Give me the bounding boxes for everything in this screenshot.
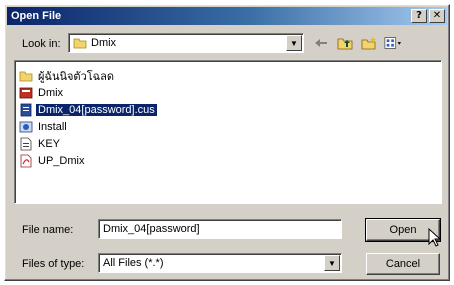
file-list[interactable]: ผู้ฉันนิจตัวโฉลด Dmix Dmix_04[password].…: [14, 60, 442, 204]
look-in-dropdown[interactable]: Dmix ▼: [68, 33, 304, 53]
file-item-dmix[interactable]: Dmix: [19, 84, 437, 101]
file-name: KEY: [38, 137, 61, 150]
chevron-down-icon[interactable]: ▼: [324, 255, 340, 271]
folder-icon: [19, 71, 33, 81]
title-bar[interactable]: Open File ? ✕: [7, 7, 447, 25]
file-item-install[interactable]: Install: [19, 118, 437, 135]
file-name-input[interactable]: Dmix_04[password]: [98, 219, 342, 239]
close-button[interactable]: ✕: [429, 9, 445, 23]
file-type-select[interactable]: All Files (*.*) ▼: [98, 253, 342, 273]
file-item-key[interactable]: KEY: [19, 135, 437, 152]
installer-icon: [19, 121, 33, 132]
file-name: UP_Dmix: [38, 154, 85, 167]
file-type-value: All Files (*.*): [103, 257, 164, 269]
file-name: Dmix_04[password].cus: [36, 103, 157, 116]
look-in-label: Look in:: [22, 38, 61, 50]
new-folder-icon[interactable]: [360, 34, 378, 52]
chevron-down-icon[interactable]: ▼: [286, 35, 302, 51]
file-item-up-dmix[interactable]: UP_Dmix: [19, 152, 437, 169]
app-icon: [19, 87, 33, 98]
file-item-thai-folder[interactable]: ผู้ฉันนิจตัวโฉลด: [19, 67, 437, 84]
view-menu-icon[interactable]: [384, 34, 402, 52]
mouse-cursor-icon: [428, 228, 442, 247]
cancel-button[interactable]: Cancel: [366, 253, 440, 275]
file-name: Dmix: [38, 86, 64, 99]
file-name-label: File name:: [22, 224, 74, 236]
file-name: Install: [38, 120, 67, 133]
text-file-icon: [20, 137, 32, 150]
window-title: Open File: [11, 10, 62, 22]
help-button[interactable]: ?: [411, 9, 427, 23]
toolbar: [312, 34, 402, 52]
file-item-dmix-cus[interactable]: Dmix_04[password].cus: [19, 101, 437, 118]
back-arrow-icon[interactable]: [312, 34, 330, 52]
up-folder-icon[interactable]: [336, 34, 354, 52]
file-type-label: Files of type:: [22, 258, 85, 270]
document-icon: [20, 103, 32, 116]
pdf-icon: [20, 154, 32, 167]
look-in-value: Dmix: [91, 37, 117, 49]
file-name: ผู้ฉันนิจตัวโฉลด: [38, 70, 115, 83]
folder-icon: [73, 38, 87, 49]
